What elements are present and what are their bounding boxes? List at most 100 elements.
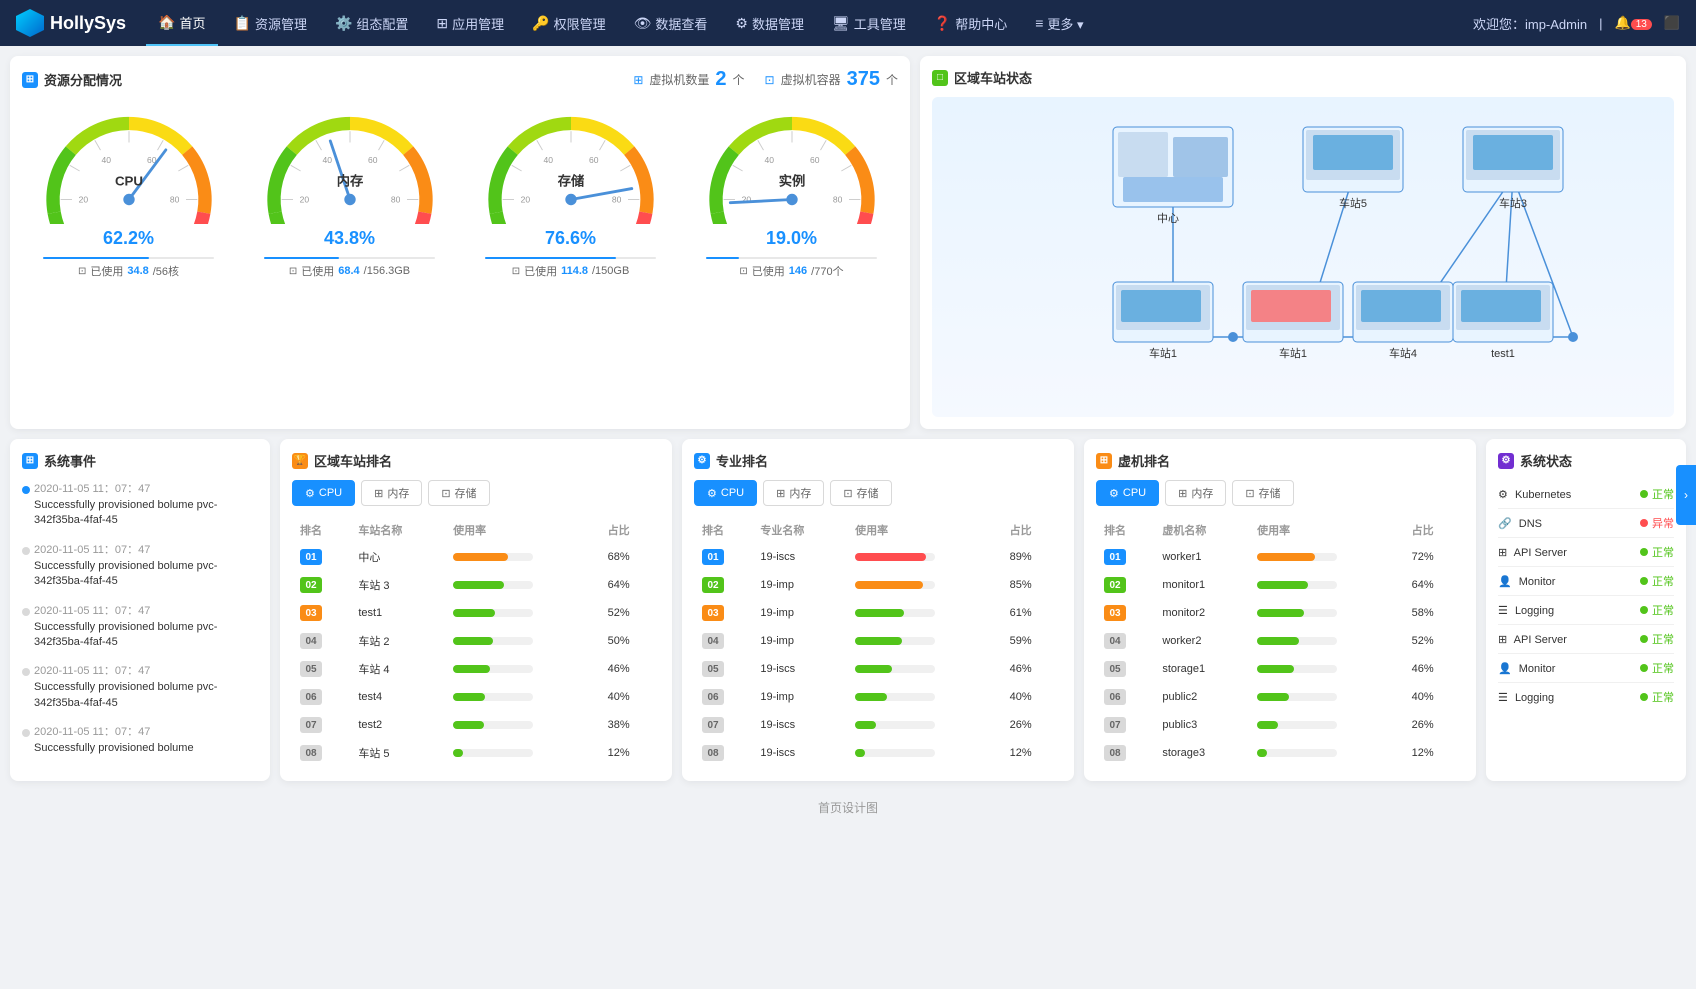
area-tab-storage-label: 存储 [455, 485, 477, 501]
status-badge: 正常 [1652, 544, 1674, 560]
status-service-name: Logging [1515, 692, 1554, 704]
nav-more-label: 更多 ▾ [1047, 14, 1083, 33]
name-cell: 19-iscs [754, 712, 847, 738]
rank-badge: 04 [702, 633, 724, 649]
nav-tools[interactable]: 🖥 工具管理 [820, 0, 918, 46]
pro-col-usage: 使用率 [849, 518, 1001, 542]
separator: | [1599, 16, 1602, 31]
events-list: 2020-11-05 11：07：47 Successfully provisio… [22, 480, 258, 757]
nav-config[interactable]: ⚙️ 组态配置 [323, 0, 420, 46]
logout-icon[interactable]: ⬛ [1664, 15, 1680, 31]
vm-col-rank: 排名 [1098, 518, 1154, 542]
vm-count-label: 虚拟机数量 [649, 71, 709, 88]
progress-bar [855, 637, 935, 645]
status-item: 👤 Monitor 正常 [1498, 654, 1674, 683]
nav-data-view[interactable]: 👁 数据查看 [622, 0, 720, 46]
nav-app-label: 应用管理 [452, 14, 504, 33]
status-name: ☰ Logging [1498, 604, 1554, 617]
status-item: 🔗 DNS 异常 [1498, 509, 1674, 538]
progress-bar [453, 581, 533, 589]
vm-tab-cpu[interactable]: ⚙ CPU [1096, 480, 1159, 506]
list-item: 2020-11-05 11：07：47Successfully provisio… [22, 662, 258, 711]
gauge-used-label: 已使用 [301, 263, 334, 279]
table-row: 01 19-iscs 89% [696, 544, 1060, 570]
status-name: 👤 Monitor [1498, 662, 1555, 675]
svg-text:60: 60 [368, 155, 378, 165]
col-rank: 排名 [294, 518, 350, 542]
pro-tab-memory[interactable]: ⊞ 内存 [763, 480, 824, 506]
resource-header: ⊞ 资源分配情况 ⊞ 虚拟机数量 2 个 ⊡ 虚拟机容器 375 个 [22, 68, 898, 91]
event-time: 2020-11-05 11：07：47 [34, 662, 258, 678]
usage-cell [447, 600, 599, 626]
gauge-usage: ⊡ 已使用 146/770个 [739, 263, 843, 279]
nav-app[interactable]: ⊞ 应用管理 [424, 0, 516, 46]
progress-bar [453, 721, 533, 729]
percent-cell: 61% [1004, 600, 1060, 626]
status-service-name: Kubernetes [1515, 489, 1571, 501]
nav-home[interactable]: 🏠 首页 [146, 0, 217, 46]
nav-help[interactable]: ❓ 帮助中心 [922, 0, 1019, 46]
nav-auth[interactable]: 🔑 权限管理 [520, 0, 617, 46]
nav-resource[interactable]: 📋 资源管理 [222, 0, 319, 46]
rank-cell: 03 [696, 600, 752, 626]
pro-col-rank: 排名 [696, 518, 752, 542]
status-service-icon: ⊞ [1498, 547, 1507, 559]
nav-more[interactable]: ≡ 更多 ▾ [1023, 0, 1095, 46]
rank-cell: 05 [696, 656, 752, 682]
rank-badge: 07 [702, 717, 724, 733]
usage-cell [447, 712, 599, 738]
area-tab-storage[interactable]: ⊡ 存储 [428, 480, 489, 506]
percent-cell: 58% [1406, 600, 1462, 626]
percent-cell: 26% [1004, 712, 1060, 738]
rank-badge: 07 [1104, 717, 1126, 733]
area-tab-memory[interactable]: ⊞ 内存 [361, 480, 422, 506]
gauge-total: /56核 [153, 263, 179, 279]
help-icon: ❓ [934, 15, 951, 32]
area-tab-cpu[interactable]: ⚙ CPU [292, 480, 355, 506]
event-text: Successfully provisioned bolume pvc-342f… [34, 559, 258, 590]
status-dot [1640, 519, 1648, 527]
event-text: Successfully provisioned bolume [34, 741, 258, 756]
status-badge: 正常 [1652, 573, 1674, 589]
notification-icon[interactable]: 🔔13 [1615, 15, 1652, 31]
area-rank-tabs: ⚙ CPU ⊞ 内存 ⊡ 存储 [292, 480, 660, 506]
nav-data-mgmt[interactable]: ⚙ 数据管理 [723, 0, 816, 46]
pro-tab-cpu[interactable]: ⚙ CPU [694, 480, 757, 506]
percent-cell: 46% [602, 656, 658, 682]
area-tab-memory-label: 内存 [387, 485, 409, 501]
vm-container-label: 虚拟机容器 [781, 71, 841, 88]
gauge-svg: 020406080100实例 [697, 99, 887, 224]
rank-badge: 02 [702, 577, 724, 593]
vm-tab-storage[interactable]: ⊡ 存储 [1232, 480, 1293, 506]
progress-fill [453, 693, 485, 701]
rank-cell: 06 [1098, 684, 1154, 710]
pro-tab-storage[interactable]: ⊡ 存储 [830, 480, 891, 506]
progress-bar [1257, 721, 1337, 729]
percent-cell: 46% [1406, 656, 1462, 682]
gauge-svg: 020406080100存储 [476, 99, 666, 224]
status-service-name: Monitor [1519, 663, 1556, 675]
resource-header-left: ⊞ 资源分配情况 [22, 70, 122, 89]
gauge-used-label: 已使用 [524, 263, 557, 279]
status-item: ⊞ API Server 正常 [1498, 538, 1674, 567]
rank-badge: 01 [702, 549, 724, 565]
progress-bar [855, 553, 935, 561]
gauge-usage: ⊡ 已使用 114.8/150GB [512, 263, 630, 279]
side-arrow[interactable]: › [1676, 465, 1696, 525]
data-mgmt-icon: ⚙ [735, 15, 748, 32]
events-title: 系统事件 [44, 451, 96, 470]
rank-badge: 06 [702, 689, 724, 705]
progress-fill [453, 553, 507, 561]
progress-fill [855, 693, 887, 701]
progress-fill [453, 609, 495, 617]
gauge-line [485, 257, 655, 259]
status-name: 👤 Monitor [1498, 575, 1555, 588]
svg-text:80: 80 [169, 194, 179, 204]
vm-tab-memory[interactable]: ⊞ 内存 [1165, 480, 1226, 506]
svg-text:test1: test1 [1491, 348, 1515, 360]
progress-fill [453, 749, 463, 757]
status-item: ⚙ Kubernetes 正常 [1498, 480, 1674, 509]
svg-text:20: 20 [520, 194, 530, 204]
status-right: 正常 [1640, 660, 1674, 676]
status-service-icon: 👤 [1498, 576, 1512, 588]
